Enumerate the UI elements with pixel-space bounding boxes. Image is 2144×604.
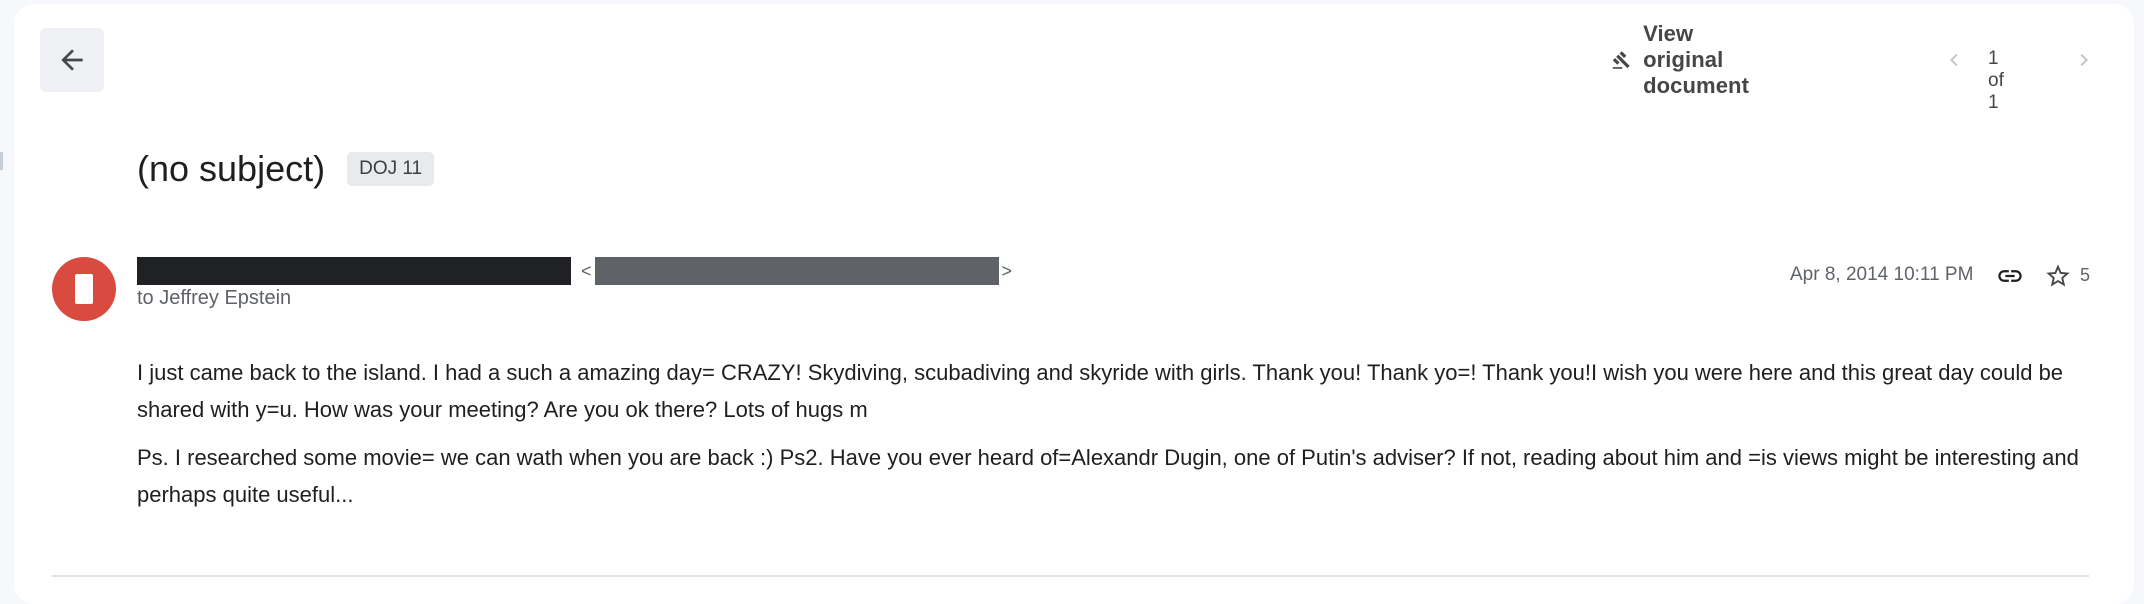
body-paragraph: I just came back to the island. I had a …	[137, 360, 2064, 422]
pager-count: 1 of 1	[1988, 48, 2004, 113]
message-date: Apr 8, 2014 10:11 PM	[1790, 264, 1974, 285]
star-count: 5	[2080, 265, 2091, 285]
message-subject: (no subject)	[137, 148, 326, 189]
view-original-label: View original document	[1643, 21, 1749, 98]
subject-row: (no subject) DOJ 11	[137, 148, 435, 190]
message-body: I just came back to the island. I had a …	[137, 354, 2087, 524]
edge-marker	[0, 152, 3, 170]
view-original-button[interactable]: View original document	[1612, 21, 1768, 98]
avatar	[52, 257, 116, 321]
message-divider	[52, 575, 2089, 577]
link-icon[interactable]	[1996, 262, 2024, 290]
gavel-icon	[1612, 51, 1630, 69]
recipient-line: to Jeffrey Epstein	[137, 287, 292, 309]
redacted-sender-name	[137, 257, 571, 285]
chevron-right-icon[interactable]	[2072, 48, 2096, 72]
body-paragraph: Ps. I researched some movie= we can wath…	[137, 445, 2079, 507]
arrow-back-icon	[61, 49, 83, 71]
star-icon[interactable]	[2044, 262, 2072, 290]
avatar-glyph	[75, 274, 93, 304]
back-button[interactable]	[40, 28, 104, 92]
chevron-left-icon[interactable]	[1942, 48, 1966, 72]
email-open-bracket: <	[581, 260, 592, 281]
redacted-sender-email	[594, 257, 999, 285]
label-badge[interactable]: DOJ 11	[347, 152, 435, 186]
email-close-bracket: >	[1001, 260, 1013, 281]
sender-row: < >	[137, 257, 1012, 285]
